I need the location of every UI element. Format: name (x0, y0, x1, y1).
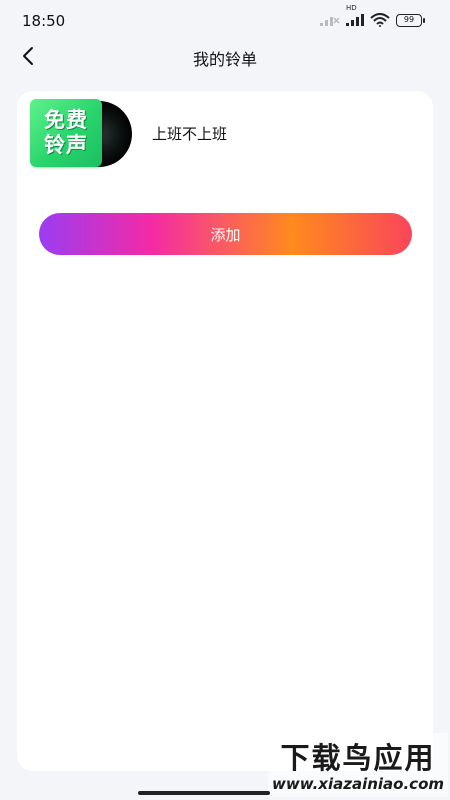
header: 我的铃单 (0, 40, 450, 74)
battery-level: 99 (403, 14, 415, 24)
wifi-icon (370, 13, 390, 27)
watermark-url: www.xiazainiao.com (271, 775, 445, 793)
hd-signal: HD (346, 4, 364, 30)
ringtone-name: 上班不上班 (152, 125, 228, 143)
watermark-title: 下载鸟应用 (280, 741, 436, 775)
add-button[interactable]: 添加 (39, 213, 412, 255)
cover-text-line2: 铃声 (44, 133, 88, 157)
add-button-label: 添加 (210, 225, 241, 244)
status-icons: HD 99 (320, 4, 425, 30)
battery-icon: 99 (396, 13, 425, 27)
ringtone-list-card: 免费 铃声 上班不上班 添加 (17, 91, 433, 771)
watermark: 下载鸟应用 www.xiazainiao.com (268, 733, 448, 797)
signal-icon (320, 17, 340, 26)
status-time: 18:50 (22, 12, 66, 30)
page-title: 我的铃单 (192, 50, 257, 69)
home-indicator[interactable] (138, 791, 270, 795)
signal-strong-icon (346, 13, 364, 26)
cover-badge: 免费 铃声 (30, 99, 102, 167)
ringtone-item[interactable]: 免费 铃声 上班不上班 (30, 99, 420, 169)
hd-label: HD (346, 3, 357, 12)
ringtone-cover: 免费 铃声 (30, 99, 135, 169)
cover-text-line1: 免费 (44, 108, 88, 132)
status-bar: 18:50 HD 99 (0, 0, 450, 40)
